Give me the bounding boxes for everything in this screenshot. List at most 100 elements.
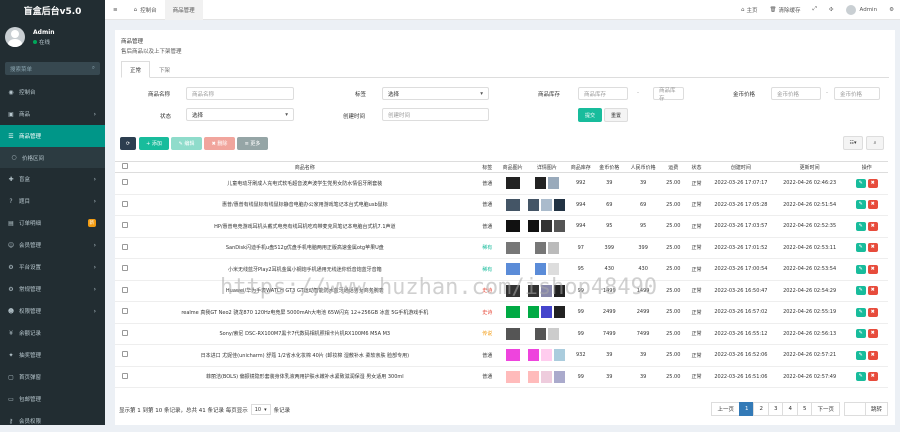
detail-image[interactable] — [547, 177, 559, 190]
product-image[interactable] — [505, 198, 520, 211]
row-checkbox[interactable] — [121, 243, 128, 250]
home-link[interactable]: ⌂ 主页 — [735, 0, 764, 20]
sidebar-item-0[interactable]: ◉ 控制台 — [0, 81, 105, 103]
edit-pencil-icon[interactable]: ✎ — [855, 243, 866, 253]
edit-pencil-icon[interactable]: ✎ — [855, 200, 866, 210]
edit-pencil-icon[interactable]: ✎ — [855, 264, 866, 274]
edit-pencil-icon[interactable]: ✎ — [855, 286, 866, 296]
edit-pencil-icon[interactable]: ✎ — [855, 307, 866, 317]
product-image[interactable] — [505, 327, 520, 340]
stock-min-input[interactable]: 商品库存 — [578, 87, 628, 100]
delete-trash-icon[interactable]: ✖ — [867, 286, 878, 296]
edit-pencil-icon[interactable]: ✎ — [855, 178, 866, 188]
table-row[interactable]: SanDisk闪迪手机u盘512g优盘手机电脑两用正版高速金属otg苹果U盘 稀有… — [115, 237, 888, 259]
edit-pencil-icon[interactable]: ✎ — [855, 221, 866, 231]
column-header[interactable]: 标签 — [475, 161, 499, 173]
detail-image[interactable] — [554, 306, 566, 319]
fullscreen-icon[interactable]: ⤢ — [807, 0, 823, 20]
detail-image[interactable] — [528, 220, 540, 233]
expand-icon[interactable]: ✣ — [823, 0, 840, 20]
product-image[interactable] — [505, 177, 520, 190]
product-image[interactable] — [505, 263, 520, 276]
name-filter-input[interactable]: 商品名称 — [186, 87, 294, 100]
product-image[interactable] — [505, 370, 520, 383]
detail-image[interactable] — [528, 198, 540, 211]
page-button-2[interactable]: 2 — [753, 402, 769, 416]
sidebar-item-6[interactable]: ▤ 订单明细 新 — [0, 212, 105, 234]
submit-button[interactable]: 提交 — [578, 108, 602, 122]
edit-pencil-icon[interactable]: ✎ — [855, 329, 866, 339]
table-row[interactable]: 菲丽洁(BOLS) 偏振镜隐形套装身体乳液两用护肤水嫩补水紧致滋润保湿 男女适用… — [115, 366, 888, 388]
column-header[interactable]: 更新时间 — [773, 161, 846, 173]
sidebar-item-5[interactable]: ? 题目 › — [0, 190, 105, 212]
sidebar-item-15[interactable]: ⚷ 会员权限 — [0, 410, 105, 432]
delete-trash-icon[interactable]: ✖ — [867, 264, 878, 274]
sidebar-item-3[interactable]: ○ 价格区间 — [0, 147, 105, 168]
delete-trash-icon[interactable]: ✖ — [867, 178, 878, 188]
settings-gear-icon[interactable]: ⚙ — [883, 0, 900, 20]
table-row[interactable]: Huawei/华为手表WATCH GT3 GT运动智能防水蓝牙通话男女商务腕表史… — [115, 280, 888, 302]
product-image[interactable] — [505, 306, 520, 319]
column-header[interactable]: 金币价格 — [593, 161, 625, 173]
row-checkbox[interactable] — [121, 179, 128, 186]
reset-button[interactable]: 重置 — [604, 108, 628, 122]
detail-image[interactable] — [534, 241, 546, 254]
tab-product-management[interactable]: 商品管理 — [164, 0, 203, 20]
page-button-4[interactable]: 4 — [782, 402, 798, 416]
columns-toggle-icon[interactable]: ☷▾ — [843, 136, 863, 150]
detail-image[interactable] — [547, 263, 559, 276]
row-checkbox[interactable] — [121, 286, 128, 293]
tab-dashboard[interactable]: ⌂ 控制台 — [126, 0, 165, 20]
detail-image[interactable] — [541, 198, 553, 211]
product-image[interactable] — [505, 241, 520, 254]
tag-filter-select[interactable]: 选择 ▾ — [382, 87, 489, 100]
column-header[interactable]: 运费 — [661, 161, 685, 173]
delete-trash-icon[interactable]: ✖ — [867, 200, 878, 210]
column-header[interactable]: 商品库存 — [567, 161, 594, 173]
edit-pencil-icon[interactable]: ✎ — [855, 350, 866, 360]
detail-image[interactable] — [541, 284, 553, 297]
table-row[interactable]: Sony/索尼 DSC-RX100M7黑卡7代数码相机照相卡片机RX100M6 … — [115, 323, 888, 345]
add-button[interactable]: + 添加 — [139, 137, 169, 150]
detail-image[interactable] — [534, 177, 546, 190]
search-icon[interactable]: ⌕ — [866, 136, 884, 150]
page-size-select[interactable]: 10 ▾ — [250, 404, 271, 415]
edit-button[interactable]: ✎ 编辑 — [171, 137, 202, 150]
coin-max-input[interactable]: 金币价格 — [834, 87, 880, 100]
prev-page-button[interactable]: 上一页 — [711, 402, 740, 416]
status-filter-select[interactable]: 选择 ▾ — [186, 108, 294, 121]
detail-image[interactable] — [528, 370, 540, 383]
page-button-3[interactable]: 3 — [767, 402, 784, 416]
detail-image[interactable] — [554, 198, 566, 211]
column-header[interactable]: 操作 — [845, 161, 888, 173]
sidebar-item-11[interactable]: ¥ 余额记录 — [0, 322, 105, 344]
page-jump-input[interactable] — [843, 402, 866, 416]
sidebar-item-8[interactable]: ⚙ 平台设置 › — [0, 256, 105, 278]
menu-toggle-icon[interactable]: ≡ — [105, 0, 126, 20]
sidebar-item-4[interactable]: ✚ 盲盒 › — [0, 168, 105, 190]
more-button[interactable]: ≡ 更多 — [237, 137, 268, 150]
admin-menu[interactable]: Admin — [840, 0, 884, 20]
row-checkbox[interactable] — [121, 200, 128, 207]
column-header[interactable]: 商品名称 — [134, 161, 476, 173]
row-checkbox[interactable] — [121, 265, 128, 272]
row-checkbox[interactable] — [121, 329, 128, 336]
table-row[interactable]: 儿童电动牙刷成人充电式软毛超音波声波学生党男女防水情侣牙刷套装 普通 992 39 39… — [115, 172, 888, 195]
sidebar-search-input[interactable]: 搜索菜单 ⌕ — [5, 62, 100, 75]
detail-image[interactable] — [547, 241, 559, 254]
coin-min-input[interactable]: 金币价格 — [771, 87, 821, 100]
table-row[interactable]: 日本进口 尤妮佳(unicharm) 舒蔻 1/2省水化妆棉 40片 (卸妆棉 … — [115, 344, 888, 367]
page-jump-button[interactable]: 跳转 — [864, 402, 888, 416]
column-header[interactable]: 创建时间 — [708, 161, 774, 173]
delete-trash-icon[interactable]: ✖ — [867, 372, 878, 382]
product-image[interactable] — [505, 349, 520, 362]
detail-image[interactable] — [528, 349, 540, 362]
sidebar-item-14[interactable]: ▭ 包邮管理 — [0, 388, 105, 410]
edit-pencil-icon[interactable]: ✎ — [855, 372, 866, 382]
sidebar-item-13[interactable]: ▢ 首页弹窗 — [0, 366, 105, 388]
detail-image[interactable] — [541, 306, 553, 319]
stock-max-input[interactable]: 商品库存 — [653, 87, 684, 102]
delete-trash-icon[interactable]: ✖ — [867, 221, 878, 231]
tab-normal[interactable]: 正常 — [121, 61, 151, 78]
detail-image[interactable] — [547, 327, 559, 340]
